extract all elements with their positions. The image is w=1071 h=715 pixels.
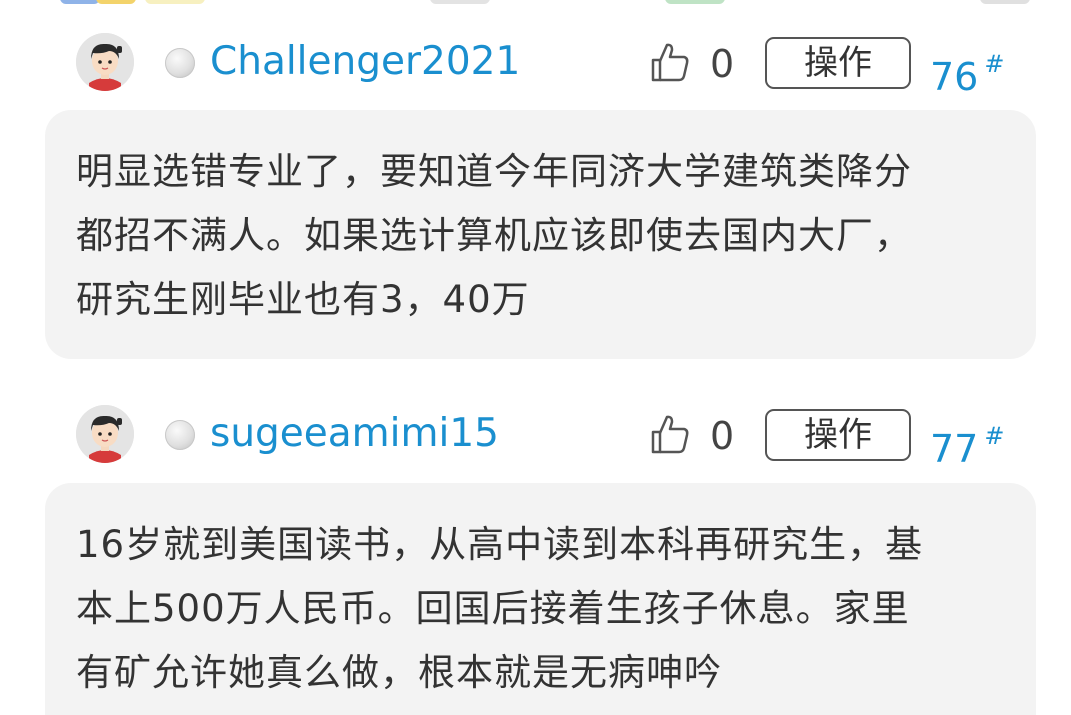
floor-number: 77 # — [930, 412, 1004, 473]
comment-text: 16岁就到美国读书，从高中读到本科再研究生，基 本上500万人民币。回国后接着生… — [76, 523, 924, 694]
avatar[interactable] — [76, 33, 134, 91]
floor-symbol: # — [984, 50, 1005, 78]
username-link[interactable]: Challenger2021 — [210, 38, 520, 86]
like-count: 0 — [710, 414, 735, 458]
floor-number: 76 # — [930, 40, 1004, 101]
status-dot-icon — [165, 48, 195, 78]
action-button[interactable]: 操作 — [765, 37, 911, 89]
comment-bubble: 16岁就到美国读书，从高中读到本科再研究生，基 本上500万人民币。回国后接着生… — [45, 483, 1036, 715]
avatar-image — [76, 33, 134, 91]
comment-post: Challenger2021 0 操作 76 # — [0, 30, 1071, 110]
comment-header: Challenger2021 0 操作 76 # — [0, 30, 1071, 110]
comment-text: 明显选错专业了，要知道今年同济大学建筑类降分 都招不满人。如果选计算机应该即使去… — [76, 150, 912, 321]
avatar-image — [76, 405, 134, 463]
comment-thread: Challenger2021 0 操作 76 # 明显选错专业了，要知道今年同济大… — [0, 0, 1071, 715]
floor-symbol: # — [984, 422, 1005, 450]
floor-value: 76 — [930, 55, 979, 99]
avatar[interactable] — [76, 405, 134, 463]
thumbs-up-icon[interactable] — [648, 40, 692, 84]
comment-header: sugeeamimi15 0 操作 77 # — [0, 402, 1071, 482]
floor-value: 77 — [930, 427, 979, 471]
previous-content-edge — [0, 0, 1071, 6]
action-button[interactable]: 操作 — [765, 409, 911, 461]
username-link[interactable]: sugeeamimi15 — [210, 410, 499, 458]
like-count: 0 — [710, 42, 735, 86]
status-dot-icon — [165, 420, 195, 450]
comment-post: sugeeamimi15 0 操作 77 # — [0, 402, 1071, 482]
comment-bubble: 明显选错专业了，要知道今年同济大学建筑类降分 都招不满人。如果选计算机应该即使去… — [45, 110, 1036, 359]
thumbs-up-icon[interactable] — [648, 412, 692, 456]
